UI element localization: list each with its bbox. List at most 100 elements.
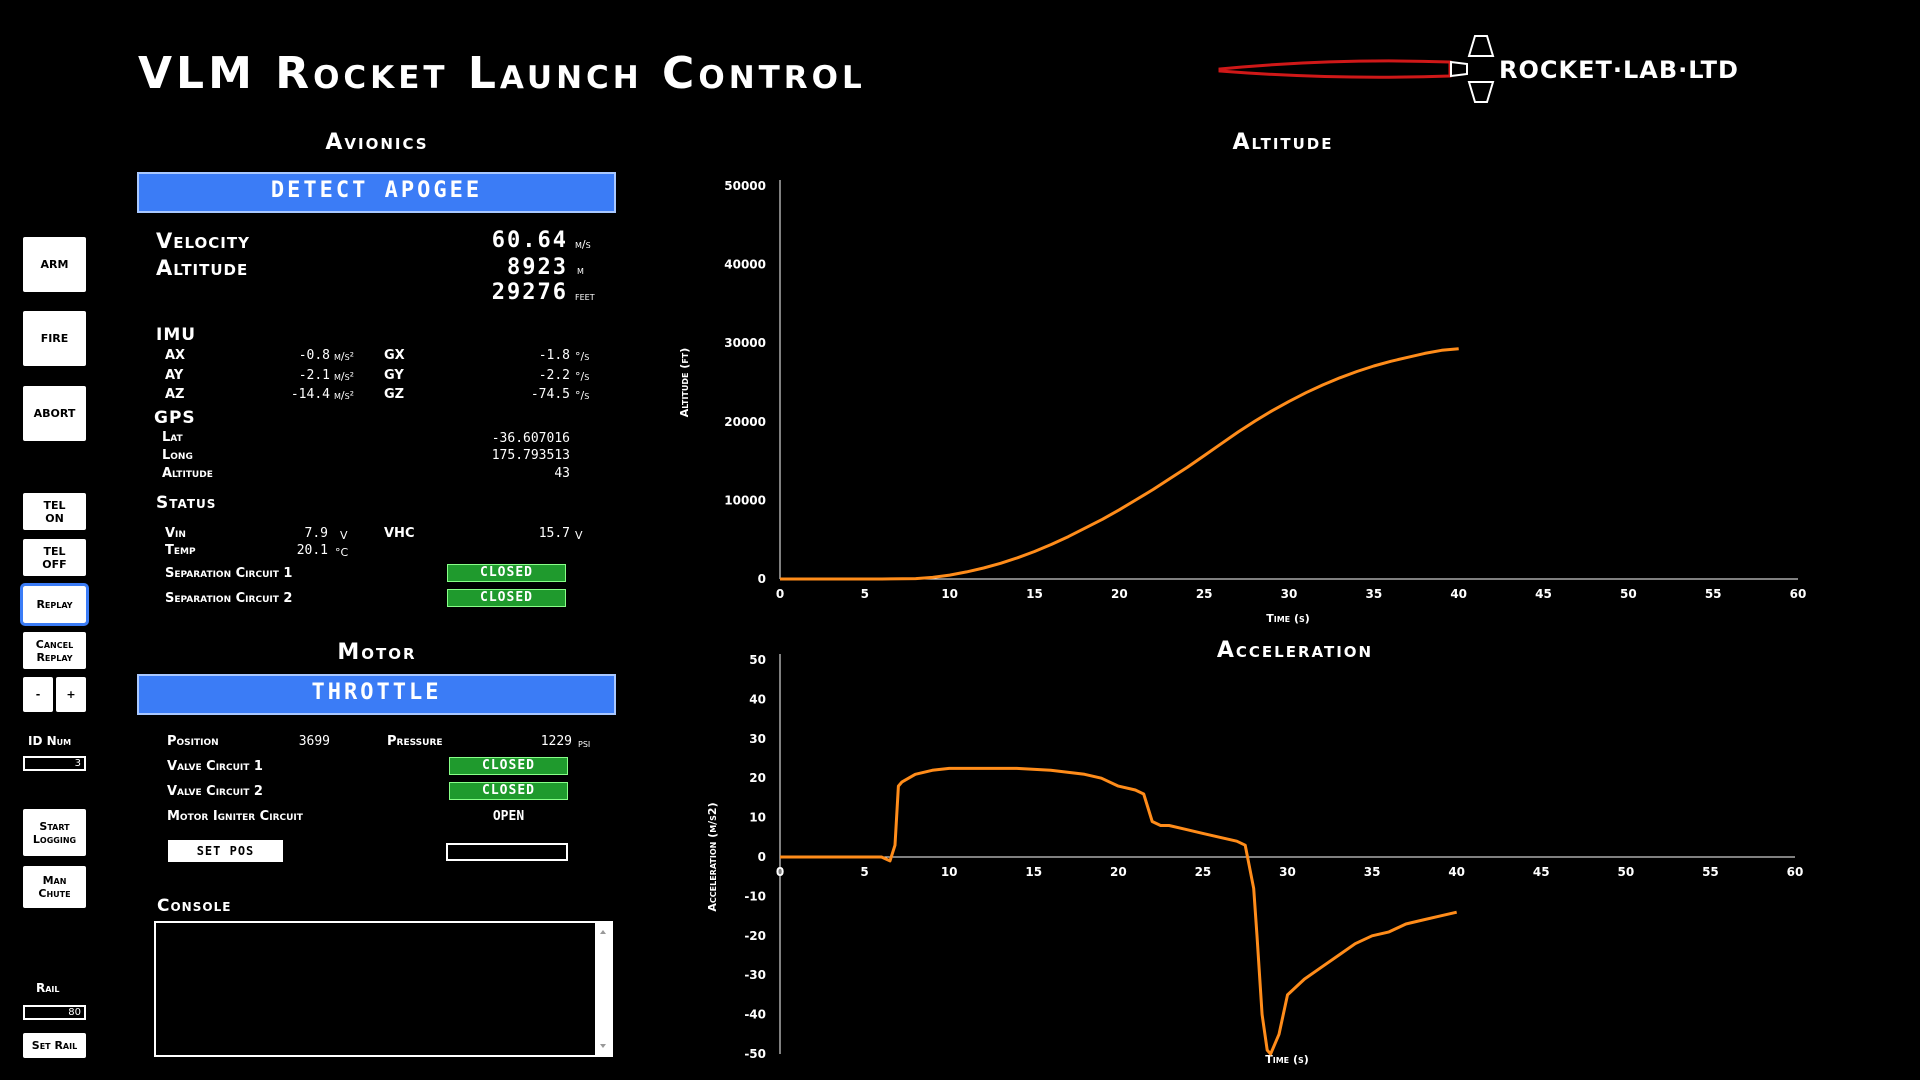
console-label: Console (157, 896, 232, 916)
page-title: VLM Rocket Launch Control (138, 48, 866, 99)
increment-button[interactable]: + (56, 677, 86, 712)
position-value: 3699 (298, 734, 330, 749)
altitude-chart-title: Altitude (1232, 130, 1334, 155)
console-output[interactable] (154, 921, 613, 1057)
acceleration-chart-y-tick-label: -10 (744, 889, 766, 903)
man-chute-button[interactable]: Man Chute (23, 866, 86, 908)
tel-on-button[interactable]: TEL ON (23, 493, 86, 530)
altitude-chart-y-tick-label: 30000 (724, 336, 766, 350)
acceleration-chart-y-tick-label: -30 (744, 968, 766, 982)
altitude-chart-x-tick-label: 25 (1196, 587, 1213, 601)
gz-value: -74.5 (530, 387, 570, 402)
altitude-chart-y-tick-label: 40000 (724, 258, 766, 272)
gy-label: GY (384, 368, 404, 383)
gps-header: GPS (154, 408, 196, 428)
acceleration-chart-y-tick-label: -20 (744, 929, 766, 943)
altitude-chart-y-axis-label: Altitude (ft) (678, 348, 691, 418)
altitude-chart-x-tick-label: 35 (1365, 587, 1382, 601)
altitude-chart-x-tick-label: 30 (1281, 587, 1298, 601)
vhc-value: 15.7 (538, 526, 570, 541)
throttle-banner[interactable]: THROTTLE (137, 674, 616, 715)
ax-value: -0.8 (298, 348, 330, 363)
acceleration-chart-y-axis-label: Acceleration (m/s2) (706, 802, 719, 911)
gx-label: GX (384, 348, 405, 363)
velocity-unit: m/s (575, 238, 591, 251)
vin-unit: V (340, 529, 348, 542)
rail-label: Rail (36, 981, 60, 995)
scroll-arrows-icon (600, 930, 606, 1048)
gz-unit: °/s (575, 389, 590, 402)
vin-value: 7.9 (304, 526, 328, 541)
detect-apogee-banner[interactable]: DETECT APOGEE (137, 172, 616, 213)
rail-input[interactable]: 80 (23, 1005, 86, 1020)
acceleration-chart-y-tick-label: 0 (758, 850, 766, 864)
acceleration-chart-x-tick-label: 25 (1195, 865, 1212, 879)
az-label: AZ (165, 387, 185, 402)
altitude-m-unit: m (577, 264, 584, 277)
tel-off-button[interactable]: TEL OFF (23, 539, 86, 576)
avionics-title: Avionics (325, 130, 429, 155)
acceleration-chart-x-tick-label: 35 (1364, 865, 1381, 879)
acceleration-chart-x-tick-label: 55 (1702, 865, 1719, 879)
az-unit: m/s² (334, 389, 355, 402)
acceleration-chart-y-tick-label: -50 (744, 1047, 766, 1061)
cancel-replay-button[interactable]: Cancel Replay (23, 632, 86, 669)
acceleration-chart-x-tick-label: 0 (776, 865, 784, 879)
gps-altitude-value: 43 (554, 466, 570, 481)
igniter-label: Motor Igniter Circuit (167, 809, 303, 824)
altitude-chart-y-tick-label: 20000 (724, 415, 766, 429)
valve1-status-badge: CLOSED (449, 757, 568, 775)
temp-label: Temp (165, 543, 196, 558)
pressure-unit: psi (578, 737, 591, 750)
acceleration-chart-x-tick-label: 50 (1617, 865, 1634, 879)
decrement-button[interactable]: - (23, 677, 53, 712)
altitude-label: Altitude (156, 256, 249, 280)
console-scrollbar[interactable] (595, 923, 611, 1055)
altitude-chart-y-tick-label: 10000 (724, 493, 766, 507)
sep1-status-badge: CLOSED (447, 564, 566, 582)
abort-button[interactable]: ABORT (23, 386, 86, 441)
sep2-status-badge: CLOSED (447, 589, 566, 607)
acceleration-chart-y-tick-label: 30 (749, 732, 766, 746)
position-label: Position (167, 734, 219, 749)
ay-unit: m/s² (334, 370, 355, 383)
altitude-m-value: 8923 (507, 255, 568, 280)
id-num-input[interactable]: 3 (23, 756, 86, 771)
id-num-label: ID Num (28, 734, 72, 748)
valve2-status-badge: CLOSED (449, 782, 568, 800)
arm-button[interactable]: ARM (23, 237, 86, 292)
igniter-status: OPEN (492, 809, 525, 824)
set-pos-button[interactable]: SET POS (168, 840, 283, 862)
acceleration-chart-series-line (780, 766, 1458, 1056)
acceleration-chart-x-tick-label: 60 (1787, 865, 1804, 879)
velocity-value: 60.64 (491, 228, 568, 253)
imu-header: IMU (156, 325, 197, 345)
acceleration-chart-x-tick-label: 20 (1110, 865, 1127, 879)
gz-label: GZ (384, 387, 405, 402)
acceleration-chart-x-tick-label: 10 (941, 865, 958, 879)
gx-value: -1.8 (538, 348, 570, 363)
gy-value: -2.2 (538, 368, 570, 383)
acceleration-chart-y-tick-label: -40 (744, 1008, 766, 1022)
altitude-chart: 0 10000 20000 30000 40000 50000 0 5 10 15 20 25 30 35… (678, 179, 1807, 625)
ay-label: AY (165, 368, 184, 383)
start-logging-button[interactable]: Start Logging (23, 809, 86, 856)
svg-text:ROCKET·LAB·LTD: ROCKET·LAB·LTD (1499, 56, 1739, 84)
altitude-chart-series-line (780, 347, 1459, 581)
acceleration-chart-y-tick-label: 50 (749, 653, 766, 667)
set-rail-button[interactable]: Set Rail (23, 1033, 86, 1058)
valve1-label: Valve Circuit 1 (167, 759, 263, 774)
altitude-ft-unit: feet (575, 290, 595, 303)
altitude-chart-x-tick-label: 5 (861, 587, 869, 601)
pos-input[interactable] (446, 843, 568, 861)
motor-title: Motor (337, 640, 417, 665)
replay-button[interactable]: Replay (20, 583, 89, 626)
gps-altitude-label: Altitude (162, 466, 213, 481)
altitude-chart-x-tick-label: 0 (776, 587, 784, 601)
lat-value: -36.607016 (491, 431, 570, 446)
vhc-label: VHC (384, 526, 415, 541)
fire-button[interactable]: FIRE (23, 311, 86, 366)
altitude-chart-x-tick-label: 60 (1790, 587, 1807, 601)
altitude-chart-x-tick-label: 50 (1620, 587, 1637, 601)
altitude-chart-x-tick-label: 40 (1450, 587, 1467, 601)
